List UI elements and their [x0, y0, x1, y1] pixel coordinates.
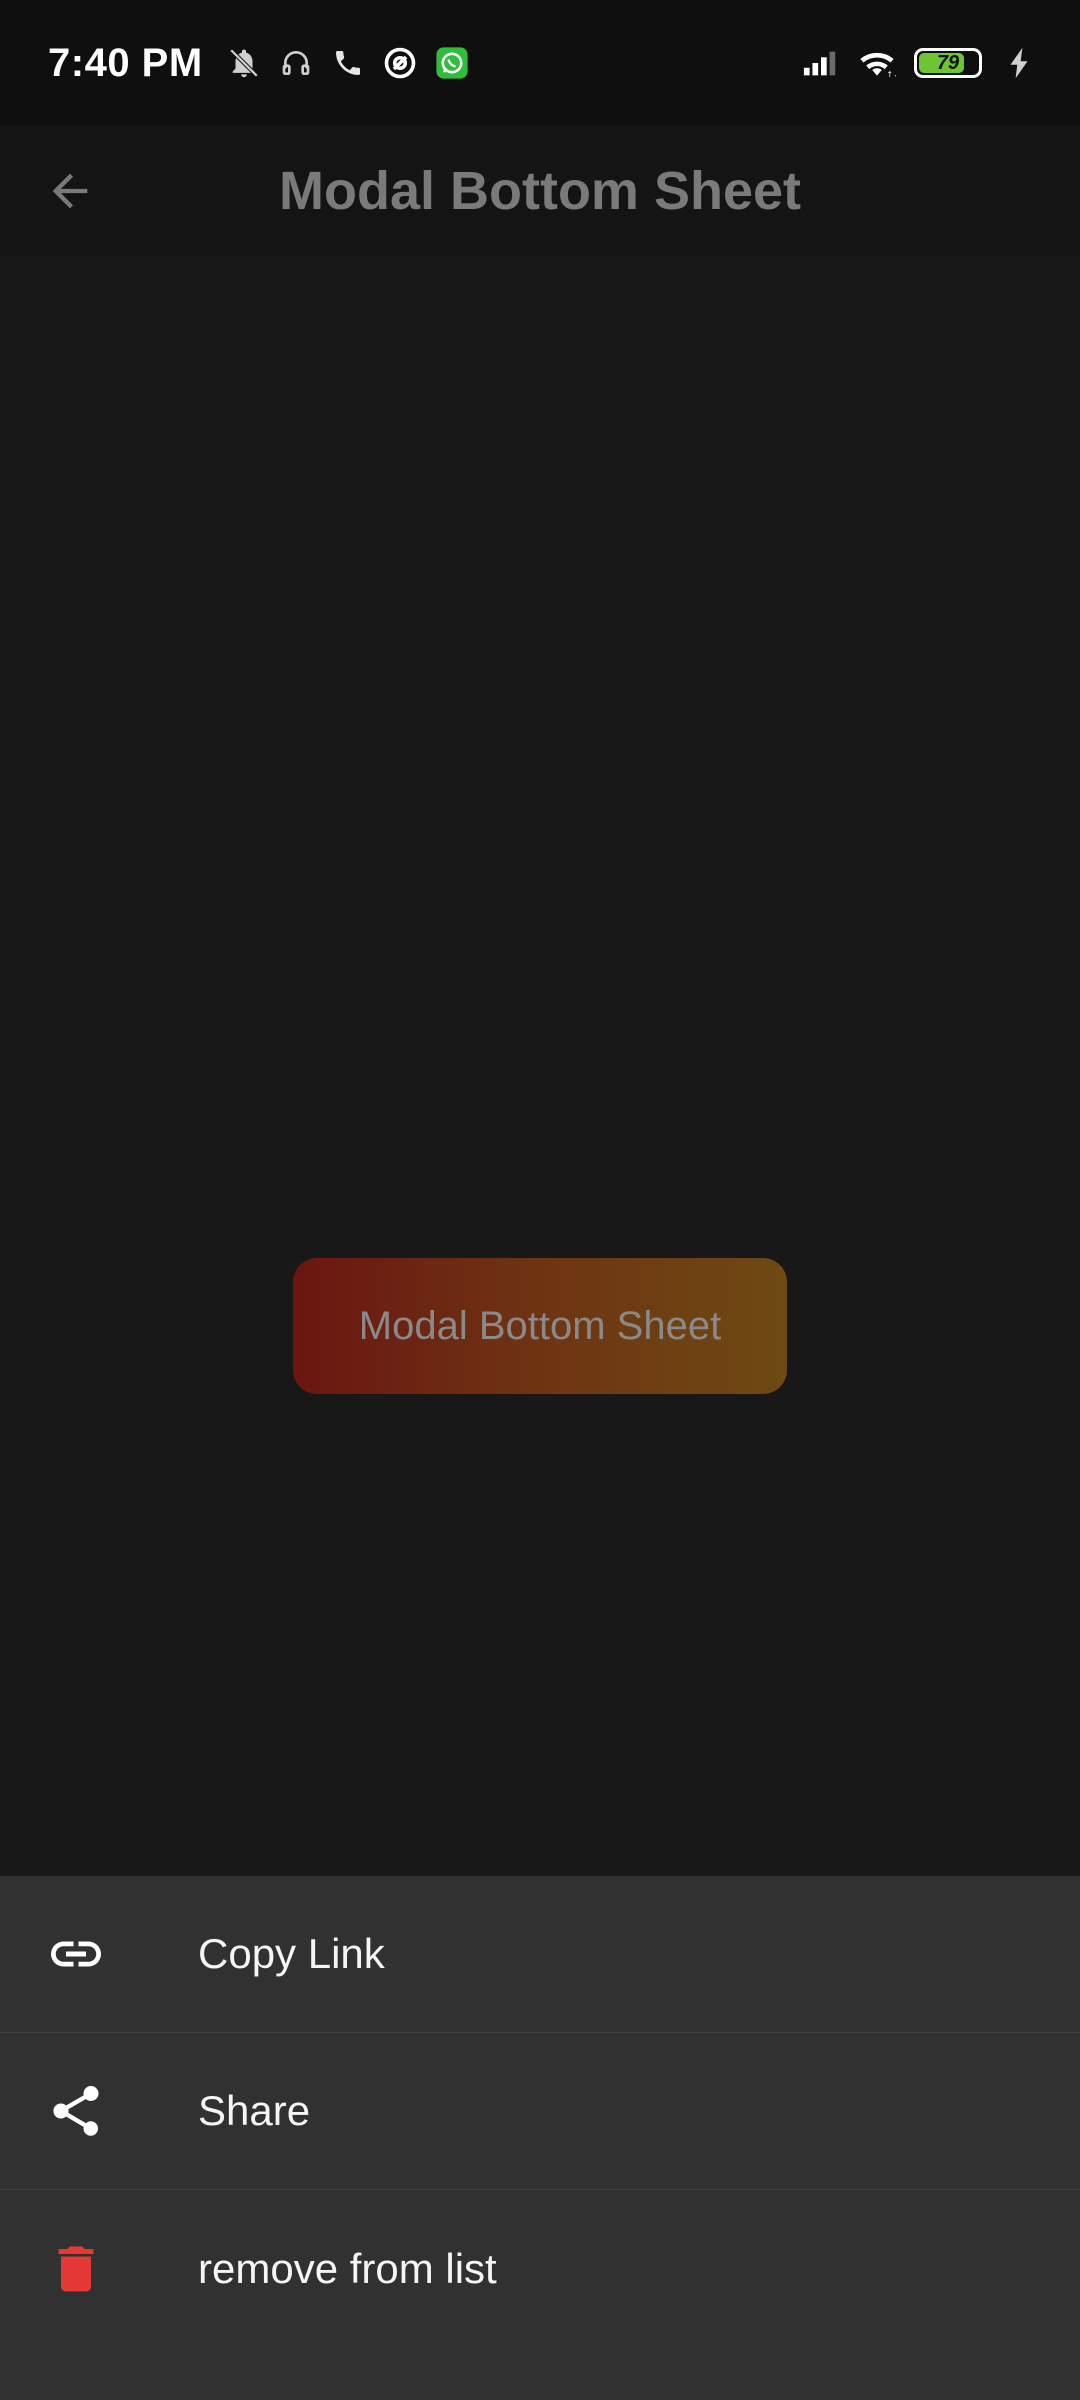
headset-icon — [277, 44, 315, 82]
button-label: Modal Bottom Sheet — [358, 1303, 722, 1348]
status-bar-left: 7:40 PM — [48, 41, 471, 86]
svg-text:↑↓: ↑↓ — [887, 70, 897, 79]
modal-bottom-sheet-button[interactable]: Modal Bottom Sheet — [293, 1258, 787, 1394]
whatsapp-icon — [433, 44, 471, 82]
app-bar: Modal Bottom Sheet — [0, 126, 1080, 256]
bell-off-icon — [225, 44, 263, 82]
status-bar: 7:40 PM ↑↓ 79 — [0, 0, 1080, 126]
phone-icon — [329, 44, 367, 82]
page-title: Modal Bottom Sheet — [279, 161, 801, 221]
sheet-item-label: Share — [198, 2087, 311, 2134]
link-icon — [46, 1924, 106, 1984]
charging-icon — [1000, 44, 1038, 82]
bottom-sheet: Copy Link Share remove from list — [0, 1876, 1080, 2400]
battery-icon: 79 — [914, 48, 982, 78]
sheet-item-label: remove from list — [198, 2244, 497, 2292]
sheet-item-remove-from-list[interactable]: remove from list — [0, 2190, 1080, 2347]
sheet-item-label: Copy Link — [198, 1930, 385, 1977]
back-button[interactable] — [38, 159, 102, 223]
status-time: 7:40 PM — [48, 40, 203, 85]
wifi-icon: ↑↓ — [858, 44, 896, 82]
battery-level: 79 — [936, 51, 960, 74]
at-sign-icon — [381, 44, 419, 82]
signal-icon — [802, 44, 840, 82]
sheet-item-share[interactable]: Share — [0, 2033, 1080, 2190]
trash-icon — [46, 2239, 106, 2299]
status-bar-right: ↑↓ 79 — [802, 44, 1038, 82]
share-icon — [46, 2081, 106, 2141]
arrow-back-icon — [52, 173, 88, 209]
sheet-item-copy-link[interactable]: Copy Link — [0, 1876, 1080, 2033]
